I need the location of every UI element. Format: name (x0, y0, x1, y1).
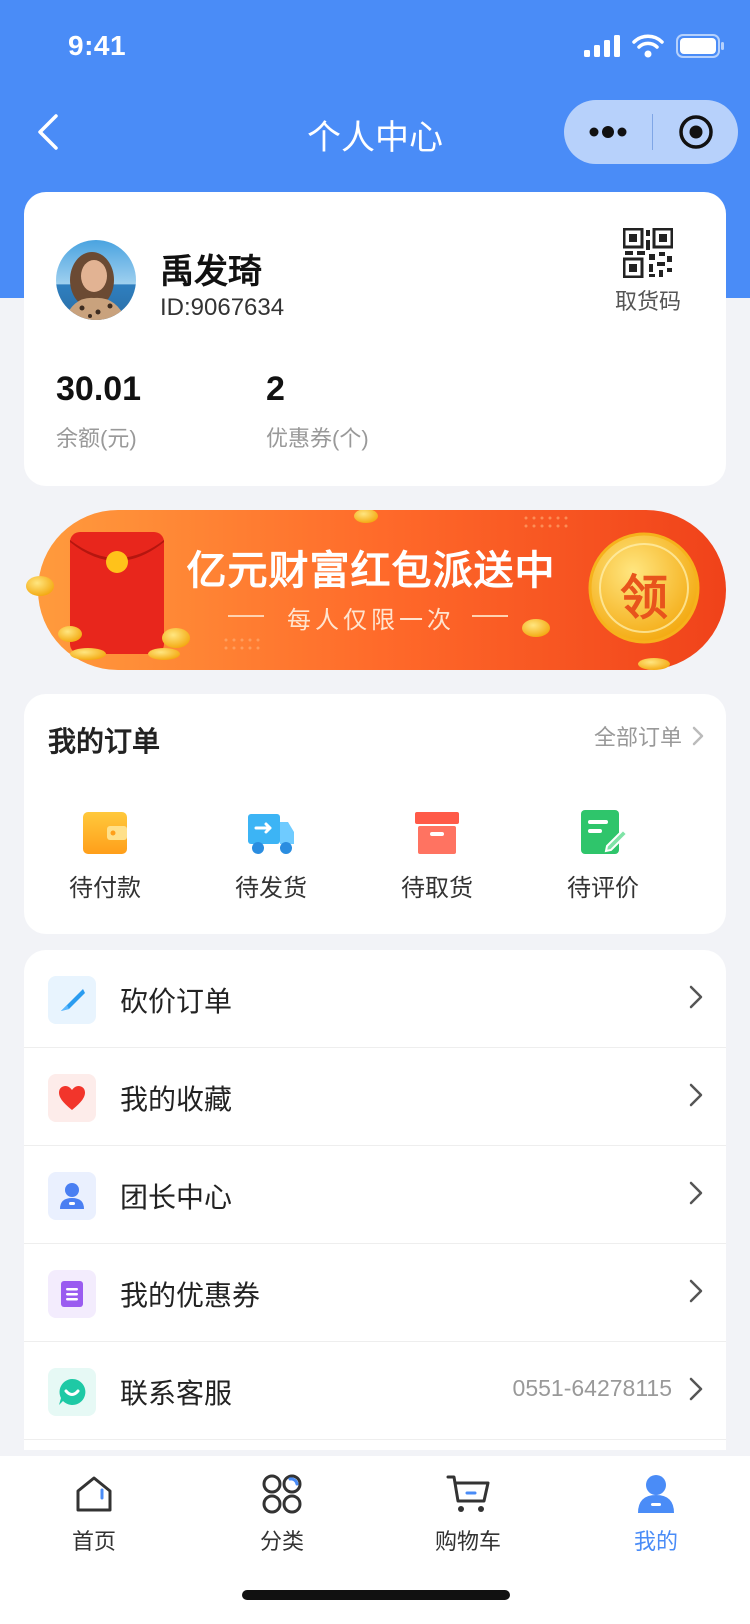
battery-icon (676, 34, 724, 58)
red-packet-banner[interactable]: 亿元财富红包派送中 每人仅限一次 领 (26, 509, 726, 678)
cart-icon (446, 1475, 490, 1512)
status-time: 9:41 (68, 30, 127, 61)
wallet-icon (83, 812, 127, 854)
chevron-right-icon (692, 726, 704, 746)
coupon-stat[interactable]: 2 优惠券(个) (266, 370, 369, 453)
menu-item-label: 团长中心 (120, 1182, 233, 1213)
chevron-right-icon (689, 1083, 703, 1107)
nav-bar: 个人中心 (0, 96, 750, 168)
all-orders-label: 全部订单 (593, 725, 682, 750)
user-id: ID:9067634 (160, 294, 285, 321)
tab-category-label: 分类 (259, 1529, 304, 1554)
order-pending-payment[interactable]: 待付款 (30, 804, 180, 903)
chevron-right-icon (689, 1181, 703, 1205)
menu-list: 砍价订单 我的收藏 团长中心 我的优惠券 联系客服 0551-64278115 (24, 950, 726, 1450)
avatar[interactable] (56, 240, 136, 320)
tab-bar: 首页 分类 购物车 我的 (0, 1456, 750, 1624)
pickup-code-button[interactable]: 取货码 (606, 228, 690, 316)
order-pending-pickup-label: 待取货 (401, 875, 473, 902)
all-orders-link[interactable]: 全部订单 (594, 720, 704, 752)
menu-item-my-coupons[interactable]: 我的优惠券 (24, 1244, 726, 1342)
service-phone: 0551-64278115 (512, 1375, 672, 1401)
wifi-icon (632, 34, 664, 58)
order-pending-review-label: 待评价 (567, 875, 639, 902)
order-pending-shipment-label: 待发货 (235, 875, 307, 902)
order-pending-pickup[interactable]: 待取货 (362, 804, 512, 903)
box-icon (415, 812, 459, 854)
orders-title: 我的订单 (48, 726, 161, 757)
coupon-label: 优惠券(个) (266, 426, 369, 451)
truck-icon (248, 814, 294, 854)
tab-home-label: 首页 (71, 1529, 116, 1554)
heart-icon (48, 1074, 96, 1122)
coupon-icon (48, 1270, 96, 1318)
profile-card: 禹发琦 ID:9067634 取货码 30.01 余额(元) 2 优惠券(个) (24, 192, 726, 486)
miniprogram-capsule (564, 100, 738, 164)
tab-profile-label: 我的 (633, 1529, 678, 1554)
banner-title: 亿元财富红包派送中 (186, 549, 556, 593)
qr-code-icon (623, 228, 673, 278)
knife-icon (48, 976, 96, 1024)
chevron-right-icon (689, 1279, 703, 1303)
service-icon (48, 1368, 96, 1416)
status-icons (584, 34, 724, 58)
balance-stat[interactable]: 30.01 余额(元) (56, 370, 141, 453)
pickup-code-label: 取货码 (614, 289, 681, 314)
home-indicator (242, 1590, 510, 1600)
target-circle-icon (678, 115, 713, 149)
menu-item-favorites[interactable]: 我的收藏 (24, 1048, 726, 1146)
tab-profile[interactable]: 我的 (596, 1470, 716, 1556)
orders-card: 我的订单 全部订单 待付款 待发货 待取货 待评价 (24, 694, 726, 934)
more-button[interactable] (564, 100, 652, 164)
tab-home[interactable]: 首页 (34, 1470, 154, 1556)
chevron-right-icon (689, 985, 703, 1009)
tab-category[interactable]: 分类 (222, 1470, 342, 1556)
menu-item-label: 我的优惠券 (120, 1280, 261, 1311)
menu-item-label: 砍价订单 (120, 986, 233, 1017)
category-icon (262, 1474, 302, 1514)
claim-badge[interactable]: 领 (590, 558, 698, 628)
user-name: 禹发琦 (160, 253, 262, 291)
balance-value: 30.01 (56, 370, 142, 408)
menu-item-customer-service[interactable]: 联系客服 0551-64278115 (24, 1342, 726, 1440)
order-pending-shipment[interactable]: 待发货 (196, 804, 346, 903)
tab-cart-label: 购物车 (434, 1529, 501, 1554)
menu-item-label: 联系客服 (120, 1378, 233, 1409)
banner-subtitle: 每人仅限一次 (287, 607, 455, 634)
signal-icon (584, 35, 620, 57)
leader-icon (48, 1172, 96, 1220)
more-dots-icon (589, 126, 627, 138)
status-bar: 9:41 (0, 0, 750, 96)
review-icon (581, 810, 627, 854)
tab-cart[interactable]: 购物车 (408, 1470, 528, 1556)
menu-item-label: 我的收藏 (120, 1084, 233, 1115)
menu-item-leader-center[interactable]: 团长中心 (24, 1146, 726, 1244)
order-pending-review[interactable]: 待评价 (528, 804, 678, 903)
home-icon (76, 1476, 112, 1512)
order-pending-payment-label: 待付款 (69, 875, 141, 902)
profile-icon (638, 1475, 674, 1513)
chevron-right-icon (689, 1377, 703, 1401)
balance-label: 余额(元) (56, 426, 137, 451)
menu-item-bargain-orders[interactable]: 砍价订单 (24, 950, 726, 1048)
close-miniprogram-button[interactable] (653, 100, 738, 164)
coupon-count: 2 (266, 370, 285, 408)
